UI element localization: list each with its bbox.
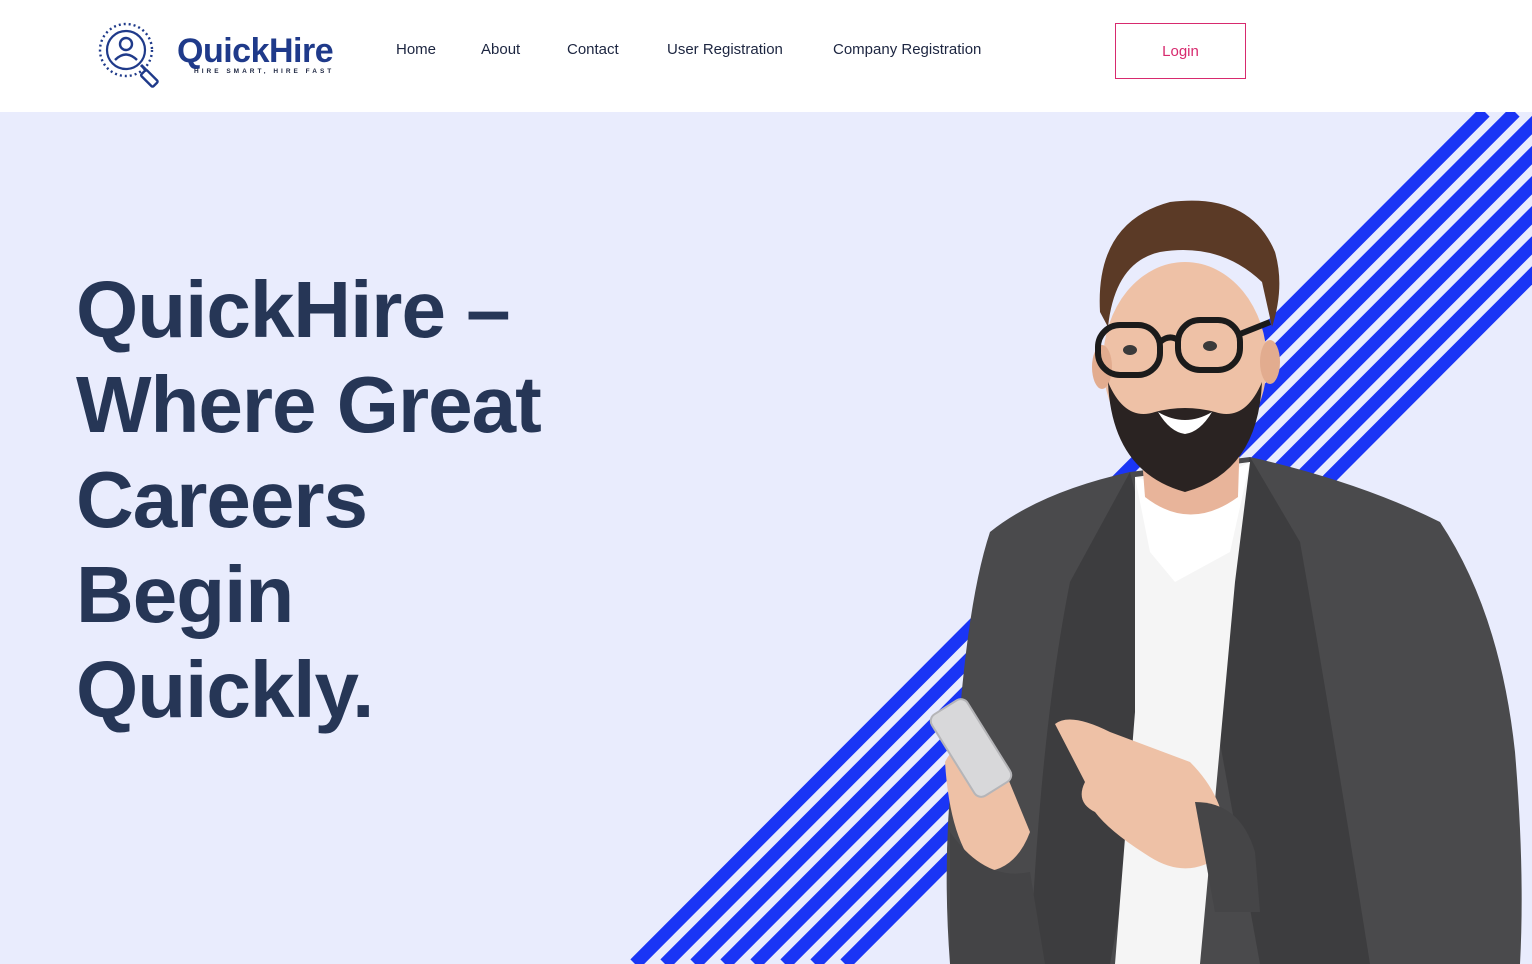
login-button[interactable]: Login [1115, 23, 1246, 79]
brand-name: QuickHire [177, 32, 334, 70]
hero-section: QuickHire – Where Great Careers Begin Qu… [0, 112, 1532, 964]
nav-user-registration[interactable]: User Registration [667, 41, 783, 58]
brand-logo[interactable]: QuickHire HIRE SMART, HIRE FAST [98, 20, 358, 92]
brand-tagline: HIRE SMART, HIRE FAST [194, 68, 335, 75]
nav-company-registration[interactable]: Company Registration [833, 41, 981, 58]
nav-home[interactable]: Home [396, 41, 436, 58]
site-header: QuickHire HIRE SMART, HIRE FAST Home Abo… [0, 0, 1532, 112]
magnifier-user-icon [98, 22, 159, 88]
nav-contact[interactable]: Contact [567, 41, 619, 58]
businessman-with-phone-photo [929, 200, 1522, 964]
nav-about[interactable]: About [481, 41, 520, 58]
